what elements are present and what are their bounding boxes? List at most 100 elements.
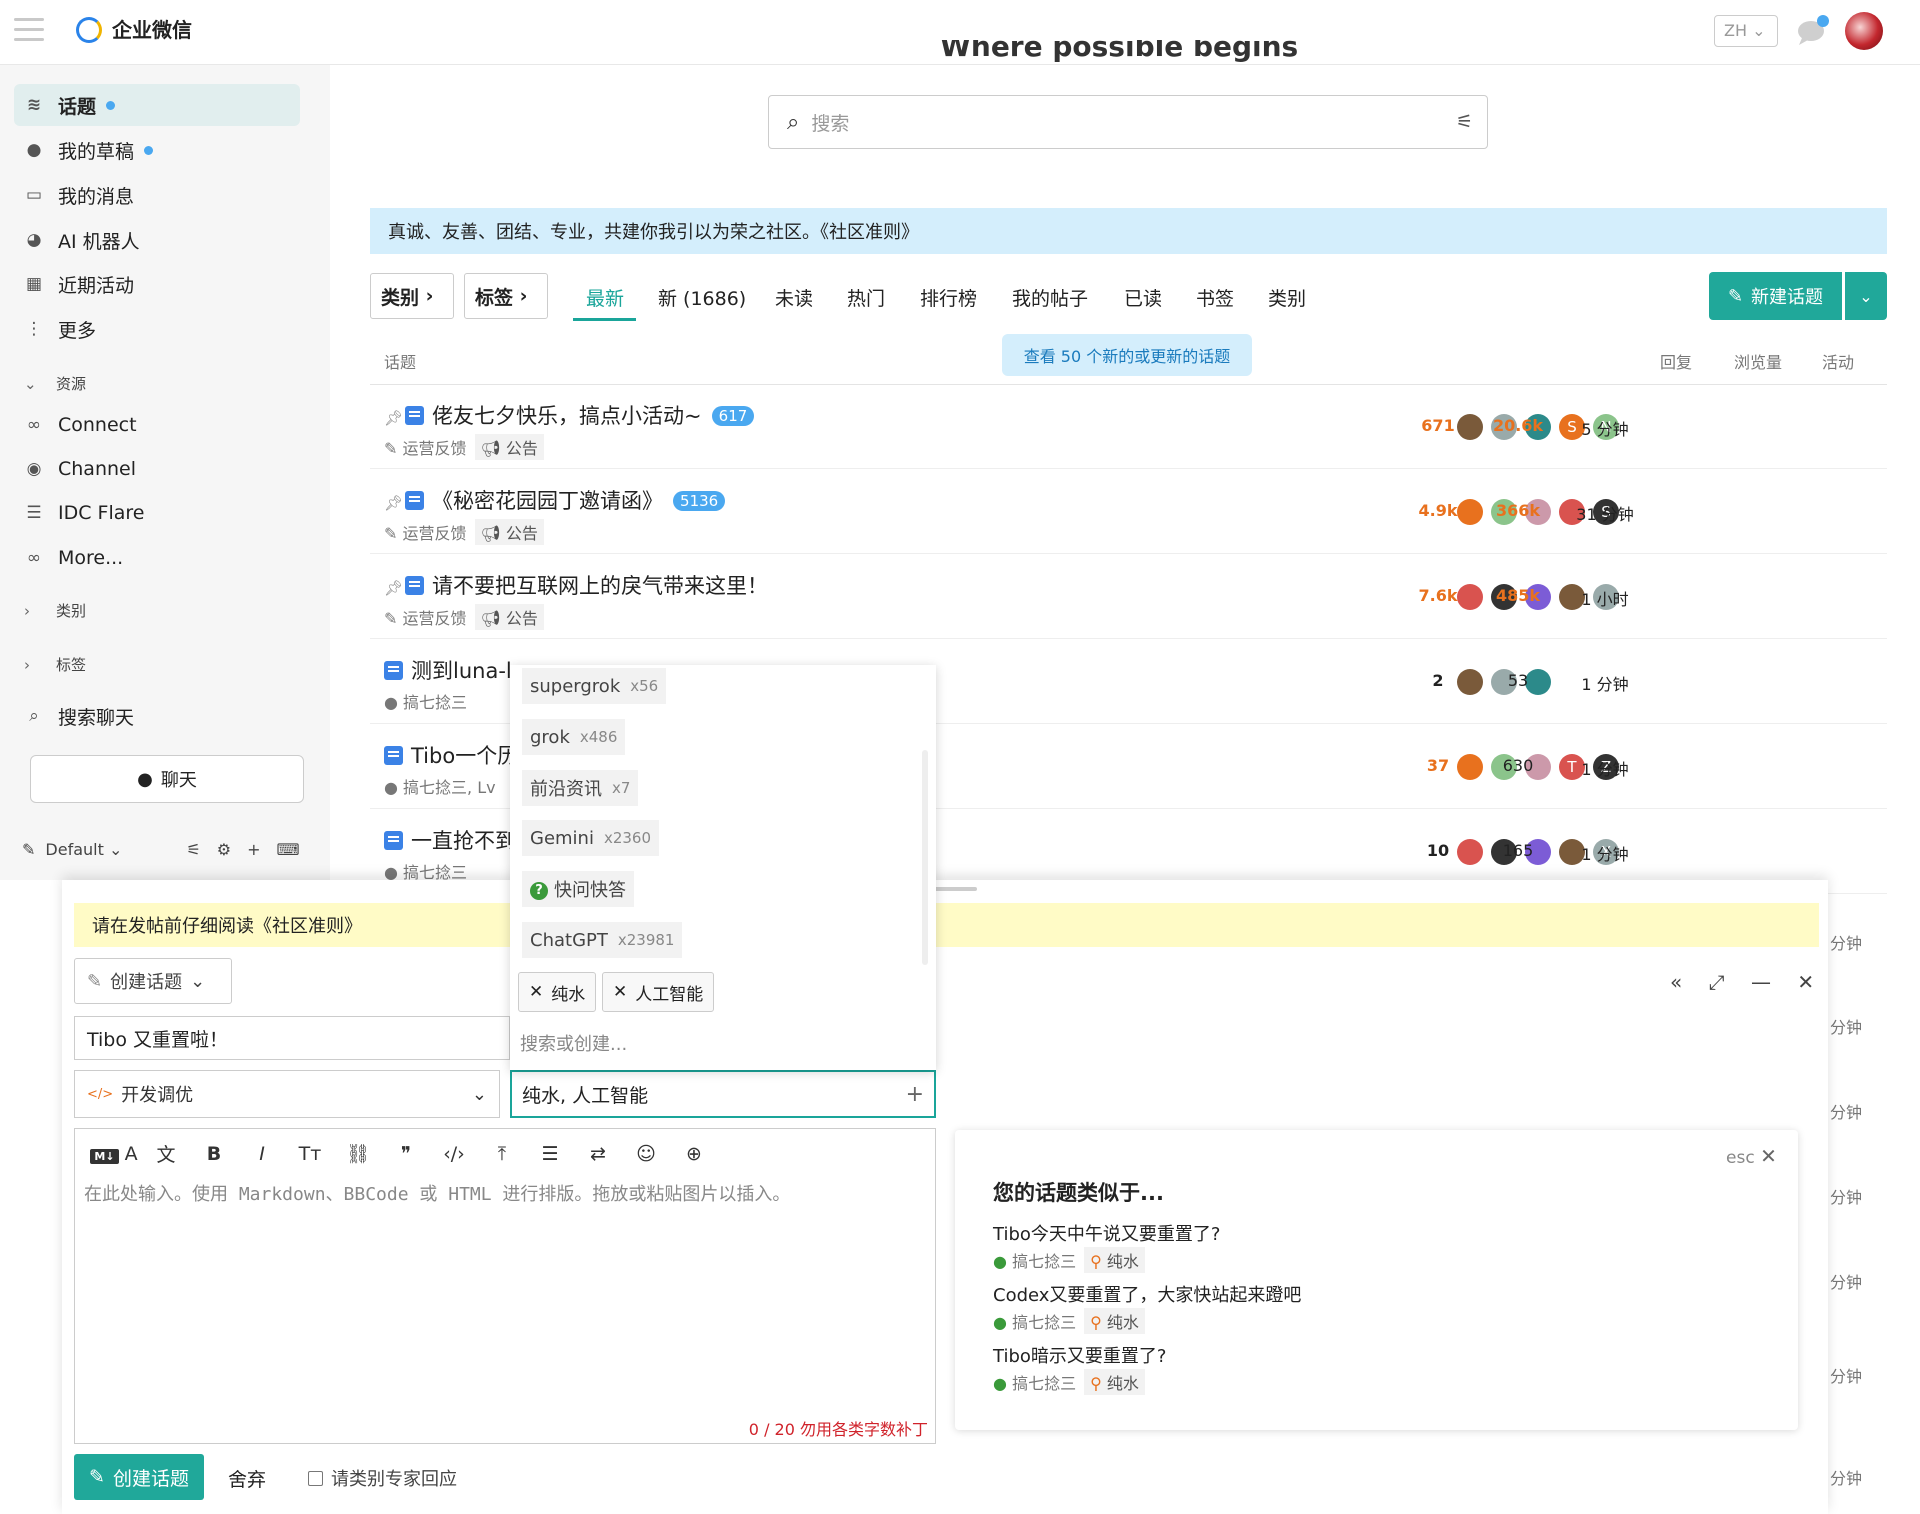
tag-option[interactable]: Gemini x2360 [522,820,660,856]
expand-icon[interactable]: ⤢ [1709,970,1725,994]
sidebar-section-categories[interactable]: › 类别 [24,600,86,621]
dropdown-scrollbar[interactable] [922,750,928,965]
new-topic-dropdown[interactable]: ⌄ [1845,272,1887,320]
new-topics-notice[interactable]: 查看 50 个新的或更新的话题 [1002,334,1252,376]
selected-tag-chip[interactable]: ✕ 人工智能 [602,972,715,1012]
sidebar-item-connect[interactable]: ∞ Connect [14,404,300,446]
create-topic-button[interactable]: ✎ 创建话题 [74,1454,204,1500]
activity-time[interactable]: 1 分钟 [1560,841,1650,865]
tag-search-input[interactable]: 搜索或创建... [520,1030,627,1056]
close-icon[interactable]: ✕ [1797,970,1814,994]
category-filter[interactable]: 类别 › [370,273,454,319]
topic-category[interactable]: 搞七捻三 [403,693,467,712]
quote-icon[interactable]: ❞ [382,1143,430,1165]
filter-sliders-icon[interactable]: ⚟ [1456,111,1473,133]
tag-chooser[interactable]: 纯水, 人工智能 + [510,1070,936,1118]
reply-count[interactable]: 671 [1398,416,1478,435]
hamburger-menu-icon[interactable] [14,18,44,44]
sidebar-section-resources[interactable]: ⌄ 资源 [24,373,86,394]
close-icon[interactable]: ✕ [529,982,543,1002]
new-topic-button[interactable]: ✎ 新建话题 [1709,272,1842,320]
topic-tag[interactable]: 📢︎ 公告 [474,604,544,630]
reply-count[interactable]: 4.9k [1398,501,1478,520]
sliders-icon[interactable]: ⚟ [186,840,200,859]
list-icon[interactable]: ☰ [526,1143,574,1165]
topic-title[interactable]: Tibo一个历 [384,740,518,770]
activity-time[interactable]: 1 分钟 [1560,756,1650,780]
activity-time[interactable]: 分钟 [1830,1184,1862,1208]
similar-topic-tag[interactable]: ⚲ 纯水 [1084,1247,1145,1273]
tag-option[interactable]: grok x486 [522,719,626,755]
sidebar-item-topics[interactable]: ≋ 话题 [14,84,300,126]
unread-count-badge[interactable]: 5136 [673,491,726,511]
similar-topic-link[interactable]: Tibo今天中午说又要重置了? [993,1220,1220,1246]
activity-time[interactable]: 分钟 [1830,1363,1862,1387]
tab-bookmarks[interactable]: 书签 [1196,284,1234,311]
discard-button[interactable]: 舍弃 [228,1465,266,1492]
chat-button[interactable]: ● 聊天 [30,755,304,803]
selected-tag-chip[interactable]: ✕ 纯水 [518,972,597,1012]
collapse-icon[interactable]: « [1670,970,1682,994]
sidebar-item-channel[interactable]: ◉ Channel [14,448,300,490]
composer-resize-grip[interactable] [931,887,977,891]
language-select[interactable]: ZH ⌄ [1714,15,1778,47]
bold-icon[interactable]: B [190,1143,238,1165]
tag-option[interactable]: supergrok x56 [522,668,667,704]
tag-filter[interactable]: 标签 › [464,273,548,319]
topic-category[interactable]: 搞七捻三, Lv [403,778,496,797]
activity-time[interactable]: 分钟 [1830,1014,1862,1038]
sidebar-item-ai-bot[interactable]: ◕ AI 机器人 [14,219,300,261]
similar-topic-tag[interactable]: ⚲ 纯水 [1084,1369,1145,1395]
site-logo[interactable]: 企业微信 [76,14,192,43]
activity-time[interactable]: 分钟 [1830,1099,1862,1123]
activity-time[interactable]: 1 小时 [1560,586,1650,610]
upload-icon[interactable]: ⤒ [478,1143,526,1165]
minimize-icon[interactable]: — [1751,970,1771,994]
topic-title[interactable]: 一直抢不到 [384,825,516,855]
code-icon[interactable]: ‹/› [430,1143,478,1165]
topic-tag[interactable]: 📢︎ 公告 [474,519,544,545]
topic-category[interactable]: 运营反馈 [403,609,467,628]
sidebar-item-events[interactable]: ▦ 近期活动 [14,263,300,305]
activity-time[interactable]: 1 分钟 [1560,671,1650,695]
plus-icon[interactable]: + [247,840,260,859]
reply-count[interactable]: 37 [1398,756,1478,775]
plus-circle-icon[interactable]: ⊕ [670,1143,718,1165]
tab-read[interactable]: 已读 [1124,284,1162,311]
close-icon[interactable]: ✕ [613,982,627,1002]
tab-my-posts[interactable]: 我的帖子 [1012,284,1088,311]
similar-topic-tag[interactable]: ⚲ 纯水 [1084,1308,1145,1334]
sidebar-item-drafts[interactable]: ● 我的草稿 [14,129,300,171]
activity-time[interactable]: 分钟 [1830,1269,1862,1293]
markdown-toggle-icon[interactable]: M↓ A [86,1143,142,1165]
heading-icon[interactable]: Tт [286,1143,334,1165]
topic-row[interactable]: 📌︎ 请不要把互联网上的戾气带来这里！ ✎ 运营反馈 📢︎ 公告 7.6k 485k 1 小… [370,554,1887,639]
translate-icon[interactable]: 文 [142,1140,190,1167]
activity-time[interactable]: 31 分钟 [1560,501,1650,525]
category-chooser[interactable]: </> 开发调优 ⌄ [74,1070,500,1118]
topic-row[interactable]: 📌︎ 佬友七夕快乐，搞点小活动~ 617 ✎ 运营反馈 📢︎ 公告 S N 671 20.6k 5… [370,384,1887,469]
similar-close[interactable]: esc ✕ [1726,1144,1777,1168]
reply-count[interactable]: 10 [1398,841,1478,860]
tab-hot[interactable]: 热门 [847,284,885,311]
topic-title[interactable]: 测到luna-l [384,655,512,685]
chat-bubble-icon[interactable] [1796,14,1830,46]
swap-icon[interactable]: ⇄ [574,1143,622,1165]
sidebar-item-messages[interactable]: ▭ 我的消息 [14,174,300,216]
topic-category[interactable]: 运营反馈 [403,524,467,543]
topic-title-input[interactable]: Tibo 又重置啦！ [74,1016,510,1060]
reply-count[interactable]: 2 [1398,671,1478,690]
tab-unread[interactable]: 未读 [775,284,813,311]
tab-categories[interactable]: 类别 [1268,284,1306,311]
composer-action-dropdown[interactable]: ✎ 创建话题 ⌄ [74,958,232,1004]
italic-icon[interactable]: I [238,1143,286,1165]
composer-editor[interactable] [74,1128,936,1444]
tab-leaderboard[interactable]: 排行榜 [920,284,977,311]
theme-select[interactable]: Default ⌄ [45,840,122,859]
tag-option[interactable]: ? 快问快答 [522,871,634,907]
topic-title[interactable]: 📌︎ 佬友七夕快乐，搞点小活动~ 617 [384,400,755,430]
similar-topic-link[interactable]: Codex又要重置了，大家快站起来蹬吧 [993,1281,1301,1307]
activity-time[interactable]: 分钟 [1830,1465,1862,1489]
emoji-icon[interactable]: ☺ [622,1143,670,1165]
sidebar-item-more[interactable]: ⋮ 更多 [14,308,300,350]
